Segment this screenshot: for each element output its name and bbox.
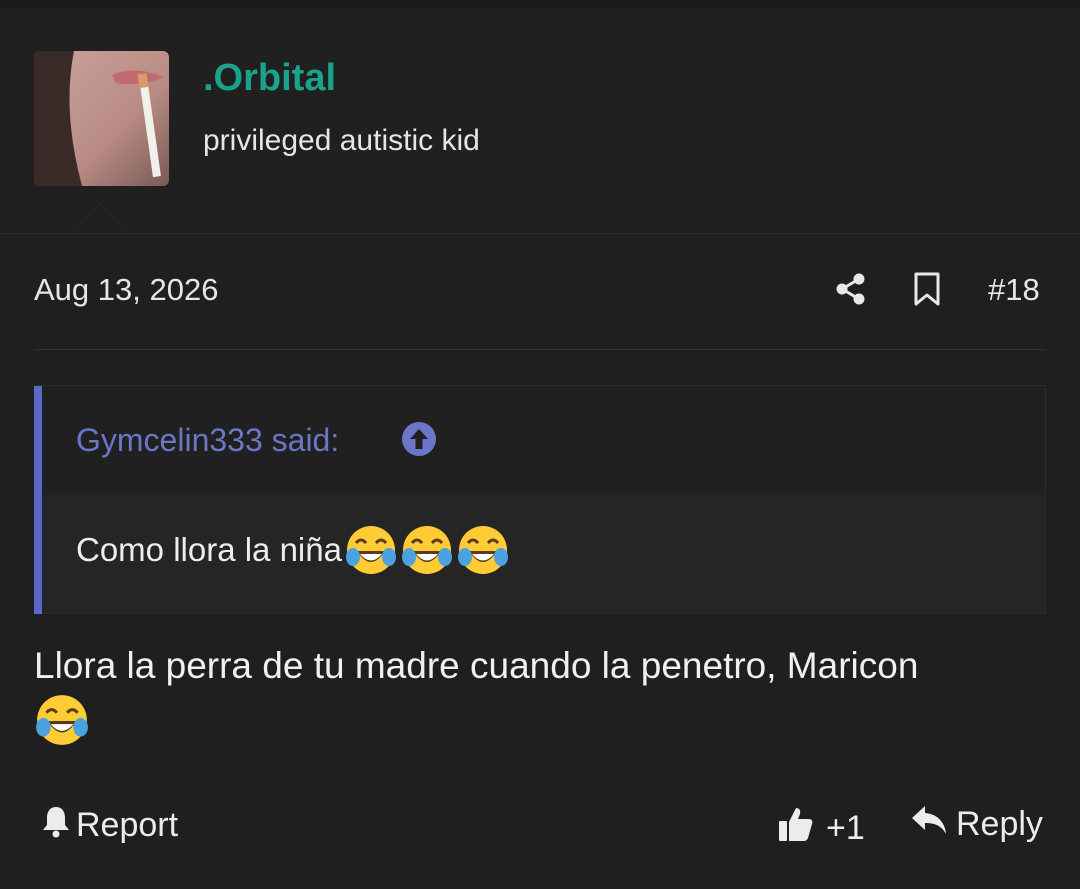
quote-text-row: Como llora la niña [76,523,510,577]
like-button[interactable]: +1 [776,804,865,853]
reply-label: Reply [956,805,1043,843]
laughing-crying-emoji-icon [344,523,398,577]
quote-accent-bar [34,386,42,614]
quote-block: Gymcelin333 said: [34,385,1046,614]
post-date[interactable]: Aug 13, 2026 [34,272,218,308]
message-text: Llora la perra de tu madre cuando la pen… [34,645,919,686]
report-label: Report [76,806,179,844]
post-number-link[interactable]: #18 [988,272,1040,308]
report-button[interactable]: Report [40,804,178,847]
bookmark-icon [912,271,942,312]
share-icon [834,272,868,311]
bell-icon [40,804,72,847]
bookmark-button[interactable] [906,270,948,312]
arrow-up-circle-icon[interactable] [401,421,437,457]
share-button[interactable] [830,270,872,312]
header-pointer [78,203,122,225]
laughing-crying-emoji-icon [34,692,90,748]
reply-button[interactable]: Reply [910,804,1043,845]
like-count: +1 [826,809,865,847]
user-title: privileged autistic kid [203,124,480,157]
post-message: Llora la perra de tu madre cuando la pen… [34,640,1046,748]
laughing-crying-emoji-icon [456,523,510,577]
user-header: .Orbital privileged autistic kid [0,8,1080,234]
divider [34,349,1046,350]
laughing-crying-emoji-icon [400,523,454,577]
reply-icon [910,804,948,845]
quote-text: Como llora la niña [76,531,342,568]
avatar[interactable] [34,51,169,186]
thumbs-up-icon [776,804,816,853]
username[interactable]: .Orbital [203,57,336,100]
quote-header: Gymcelin333 said: [42,386,1045,495]
quote-author-link[interactable]: Gymcelin333 said: [76,422,339,459]
